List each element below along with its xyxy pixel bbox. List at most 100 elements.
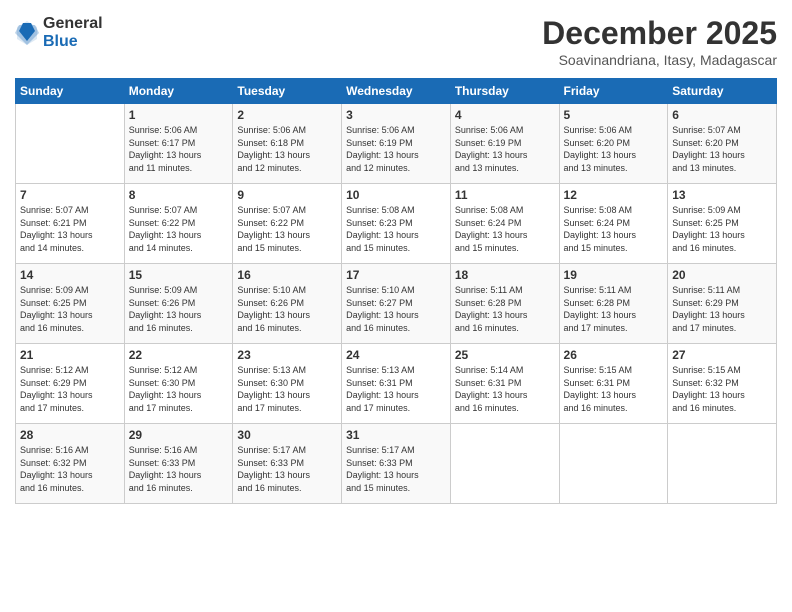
day-number: 25: [455, 348, 555, 362]
day-info: Sunrise: 5:10 AM Sunset: 6:27 PM Dayligh…: [346, 284, 446, 334]
day-number: 14: [20, 268, 120, 282]
calendar-cell: 30 Sunrise: 5:17 AM Sunset: 6:33 PM Dayli…: [233, 424, 342, 504]
day-number: 4: [455, 108, 555, 122]
day-number: 11: [455, 188, 555, 202]
day-number: 22: [129, 348, 229, 362]
col-friday: Friday: [559, 79, 668, 104]
day-number: 18: [455, 268, 555, 282]
day-number: 17: [346, 268, 446, 282]
day-info: Sunrise: 5:11 AM Sunset: 6:28 PM Dayligh…: [564, 284, 664, 334]
col-saturday: Saturday: [668, 79, 777, 104]
logo-text: General Blue: [43, 15, 103, 50]
day-number: 7: [20, 188, 120, 202]
day-info: Sunrise: 5:12 AM Sunset: 6:30 PM Dayligh…: [129, 364, 229, 414]
calendar-cell: 28 Sunrise: 5:16 AM Sunset: 6:32 PM Dayli…: [16, 424, 125, 504]
calendar-week-1: 1 Sunrise: 5:06 AM Sunset: 6:17 PM Daylig…: [16, 104, 777, 184]
calendar-cell: 23 Sunrise: 5:13 AM Sunset: 6:30 PM Dayli…: [233, 344, 342, 424]
calendar-cell: 1 Sunrise: 5:06 AM Sunset: 6:17 PM Daylig…: [124, 104, 233, 184]
calendar-cell: [668, 424, 777, 504]
col-thursday: Thursday: [450, 79, 559, 104]
calendar-week-3: 14 Sunrise: 5:09 AM Sunset: 6:25 PM Dayli…: [16, 264, 777, 344]
calendar-cell: 14 Sunrise: 5:09 AM Sunset: 6:25 PM Dayli…: [16, 264, 125, 344]
day-number: 9: [237, 188, 337, 202]
calendar-cell: 6 Sunrise: 5:07 AM Sunset: 6:20 PM Daylig…: [668, 104, 777, 184]
day-info: Sunrise: 5:06 AM Sunset: 6:20 PM Dayligh…: [564, 124, 664, 174]
day-number: 1: [129, 108, 229, 122]
day-info: Sunrise: 5:16 AM Sunset: 6:33 PM Dayligh…: [129, 444, 229, 494]
day-info: Sunrise: 5:06 AM Sunset: 6:19 PM Dayligh…: [346, 124, 446, 174]
day-number: 20: [672, 268, 772, 282]
calendar-cell: 29 Sunrise: 5:16 AM Sunset: 6:33 PM Dayli…: [124, 424, 233, 504]
day-number: 16: [237, 268, 337, 282]
day-info: Sunrise: 5:09 AM Sunset: 6:25 PM Dayligh…: [20, 284, 120, 334]
calendar-cell: 26 Sunrise: 5:15 AM Sunset: 6:31 PM Dayli…: [559, 344, 668, 424]
calendar-cell: 21Sunrise: 5:12 AM Sunset: 6:29 PM Dayli…: [16, 344, 125, 424]
day-info: Sunrise: 5:17 AM Sunset: 6:33 PM Dayligh…: [237, 444, 337, 494]
day-number: 5: [564, 108, 664, 122]
days-of-week-row: Sunday Monday Tuesday Wednesday Thursday…: [16, 79, 777, 104]
day-number: 2: [237, 108, 337, 122]
logo-icon: [15, 19, 39, 47]
calendar-cell: 11 Sunrise: 5:08 AM Sunset: 6:24 PM Dayli…: [450, 184, 559, 264]
calendar-cell: 8Sunrise: 5:07 AM Sunset: 6:22 PM Daylig…: [124, 184, 233, 264]
calendar-cell: 18 Sunrise: 5:11 AM Sunset: 6:28 PM Dayli…: [450, 264, 559, 344]
calendar-week-2: 7 Sunrise: 5:07 AM Sunset: 6:21 PM Daylig…: [16, 184, 777, 264]
day-info: Sunrise: 5:14 AM Sunset: 6:31 PM Dayligh…: [455, 364, 555, 414]
day-number: 15: [129, 268, 229, 282]
day-info: Sunrise: 5:13 AM Sunset: 6:30 PM Dayligh…: [237, 364, 337, 414]
day-info: Sunrise: 5:07 AM Sunset: 6:22 PM Dayligh…: [237, 204, 337, 254]
day-number: 8: [129, 188, 229, 202]
day-number: 26: [564, 348, 664, 362]
day-info: Sunrise: 5:13 AM Sunset: 6:31 PM Dayligh…: [346, 364, 446, 414]
calendar-cell: 13Sunrise: 5:09 AM Sunset: 6:25 PM Dayli…: [668, 184, 777, 264]
calendar-cell: 27Sunrise: 5:15 AM Sunset: 6:32 PM Dayli…: [668, 344, 777, 424]
calendar-cell: 25 Sunrise: 5:14 AM Sunset: 6:31 PM Dayli…: [450, 344, 559, 424]
day-info: Sunrise: 5:06 AM Sunset: 6:19 PM Dayligh…: [455, 124, 555, 174]
day-info: Sunrise: 5:16 AM Sunset: 6:32 PM Dayligh…: [20, 444, 120, 494]
day-info: Sunrise: 5:10 AM Sunset: 6:26 PM Dayligh…: [237, 284, 337, 334]
col-tuesday: Tuesday: [233, 79, 342, 104]
day-number: 30: [237, 428, 337, 442]
day-info: Sunrise: 5:06 AM Sunset: 6:17 PM Dayligh…: [129, 124, 229, 174]
day-number: 29: [129, 428, 229, 442]
logo-general: General: [43, 15, 103, 33]
col-wednesday: Wednesday: [342, 79, 451, 104]
day-info: Sunrise: 5:15 AM Sunset: 6:32 PM Dayligh…: [672, 364, 772, 414]
calendar-cell: 24 Sunrise: 5:13 AM Sunset: 6:31 PM Dayli…: [342, 344, 451, 424]
day-info: Sunrise: 5:07 AM Sunset: 6:20 PM Dayligh…: [672, 124, 772, 174]
day-number: 10: [346, 188, 446, 202]
calendar-header: Sunday Monday Tuesday Wednesday Thursday…: [16, 79, 777, 104]
calendar-week-4: 21Sunrise: 5:12 AM Sunset: 6:29 PM Dayli…: [16, 344, 777, 424]
day-info: Sunrise: 5:07 AM Sunset: 6:21 PM Dayligh…: [20, 204, 120, 254]
calendar-cell: 4 Sunrise: 5:06 AM Sunset: 6:19 PM Daylig…: [450, 104, 559, 184]
calendar-cell: 15 Sunrise: 5:09 AM Sunset: 6:26 PM Dayli…: [124, 264, 233, 344]
calendar-cell: 9 Sunrise: 5:07 AM Sunset: 6:22 PM Daylig…: [233, 184, 342, 264]
calendar-cell: 10 Sunrise: 5:08 AM Sunset: 6:23 PM Dayli…: [342, 184, 451, 264]
calendar-body: 1 Sunrise: 5:06 AM Sunset: 6:17 PM Daylig…: [16, 104, 777, 504]
col-monday: Monday: [124, 79, 233, 104]
calendar-table: Sunday Monday Tuesday Wednesday Thursday…: [15, 78, 777, 504]
day-number: 28: [20, 428, 120, 442]
calendar-cell: [16, 104, 125, 184]
day-number: 19: [564, 268, 664, 282]
calendar-week-5: 28 Sunrise: 5:16 AM Sunset: 6:32 PM Dayli…: [16, 424, 777, 504]
day-info: Sunrise: 5:08 AM Sunset: 6:23 PM Dayligh…: [346, 204, 446, 254]
day-info: Sunrise: 5:06 AM Sunset: 6:18 PM Dayligh…: [237, 124, 337, 174]
day-info: Sunrise: 5:17 AM Sunset: 6:33 PM Dayligh…: [346, 444, 446, 494]
calendar-cell: [559, 424, 668, 504]
day-info: Sunrise: 5:08 AM Sunset: 6:24 PM Dayligh…: [455, 204, 555, 254]
day-info: Sunrise: 5:11 AM Sunset: 6:29 PM Dayligh…: [672, 284, 772, 334]
calendar-cell: 19 Sunrise: 5:11 AM Sunset: 6:28 PM Dayli…: [559, 264, 668, 344]
day-number: 24: [346, 348, 446, 362]
day-info: Sunrise: 5:09 AM Sunset: 6:26 PM Dayligh…: [129, 284, 229, 334]
page-header: General Blue December 2025 Soavinandrian…: [15, 15, 777, 68]
calendar-cell: 3Sunrise: 5:06 AM Sunset: 6:19 PM Daylig…: [342, 104, 451, 184]
calendar-cell: [450, 424, 559, 504]
day-info: Sunrise: 5:15 AM Sunset: 6:31 PM Dayligh…: [564, 364, 664, 414]
day-info: Sunrise: 5:08 AM Sunset: 6:24 PM Dayligh…: [564, 204, 664, 254]
day-info: Sunrise: 5:11 AM Sunset: 6:28 PM Dayligh…: [455, 284, 555, 334]
day-info: Sunrise: 5:12 AM Sunset: 6:29 PM Dayligh…: [20, 364, 120, 414]
day-number: 23: [237, 348, 337, 362]
day-number: 31: [346, 428, 446, 442]
day-number: 6: [672, 108, 772, 122]
